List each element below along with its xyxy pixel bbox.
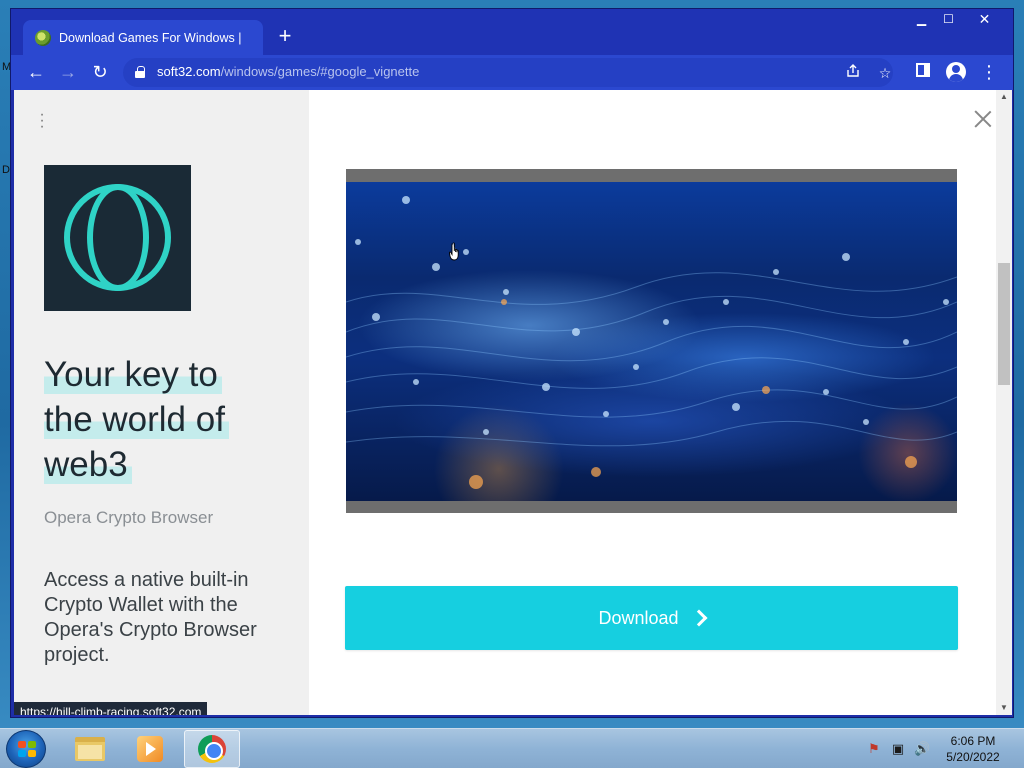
- window-controls: ▁ ☐ ✕: [908, 9, 1007, 29]
- browser-window: Download Games For Windows | + ▁ ☐ ✕ ← →…: [10, 8, 1014, 718]
- media-player-icon: [137, 736, 163, 762]
- system-clock[interactable]: 6:06 PM 5/20/2022: [936, 733, 1010, 765]
- opera-inner-ring-icon: [87, 184, 149, 291]
- network-icon[interactable]: ▣: [890, 741, 906, 757]
- site-favicon-icon: [35, 29, 51, 46]
- back-button[interactable]: ←: [24, 60, 48, 84]
- scroll-down-arrow-icon[interactable]: ▼: [996, 701, 1012, 715]
- address-bar[interactable]: soft32.com/windows/games/#google_vignett…: [123, 58, 893, 87]
- maximize-button[interactable]: ☐: [935, 9, 962, 29]
- url-path: /windows/games/#google_vignette: [220, 64, 420, 79]
- forward-button[interactable]: →: [56, 60, 80, 84]
- ad-options-icon[interactable]: · · ·: [36, 107, 48, 135]
- side-panel-icon[interactable]: [912, 61, 934, 83]
- close-ad-icon[interactable]: [974, 110, 992, 128]
- browser-toolbar: ← → ↻ soft32.com/windows/games/#google_v…: [11, 55, 1013, 90]
- start-button[interactable]: [6, 730, 46, 768]
- windows-taskbar: ⚑ ▣ 🔊 6:06 PM 5/20/2022: [0, 728, 1024, 768]
- download-label: Download: [598, 607, 679, 628]
- headline-line-3: web3: [44, 445, 132, 484]
- close-window-button[interactable]: ✕: [962, 9, 1007, 29]
- menu-kebab-icon[interactable]: ⋮: [978, 61, 1000, 83]
- scroll-up-arrow-icon[interactable]: ▲: [996, 90, 1012, 104]
- url-text: soft32.com/windows/games/#google_vignett…: [157, 64, 419, 79]
- headline-line-1: Your key to: [44, 355, 222, 394]
- opera-logo: [44, 165, 191, 311]
- volume-icon[interactable]: 🔊: [914, 741, 930, 757]
- reload-button[interactable]: ↻: [88, 60, 112, 84]
- windows-logo-icon: [18, 741, 36, 757]
- status-bar-url: https://hill-climb-racing.soft32.com: [14, 702, 208, 715]
- download-button[interactable]: Download: [345, 586, 958, 650]
- taskbar-explorer[interactable]: [62, 730, 118, 768]
- taskbar-chrome[interactable]: [184, 730, 240, 768]
- share-icon[interactable]: [843, 63, 863, 83]
- chevron-right-icon: [690, 609, 708, 627]
- clock-time: 6:06 PM: [950, 734, 996, 748]
- tab-strip: Download Games For Windows | + ▁ ☐ ✕: [11, 9, 1013, 55]
- new-tab-button[interactable]: +: [273, 25, 297, 49]
- url-domain: soft32.com: [157, 64, 221, 79]
- chrome-icon: [198, 735, 226, 763]
- page-scrollbar[interactable]: ▲ ▼: [996, 90, 1012, 715]
- ad-headline: Your key to the world of web3: [44, 352, 284, 487]
- bookmark-star-icon[interactable]: ☆: [875, 63, 895, 83]
- action-center-flag-icon[interactable]: ⚑: [866, 741, 882, 757]
- ad-body-text: Access a native built-in Crypto Wallet w…: [44, 569, 257, 666]
- browser-tab[interactable]: Download Games For Windows |: [23, 20, 263, 55]
- ad-sidebar: · · · Your key to the world of web3 Opera …: [14, 90, 309, 715]
- tab-title: Download Games For Windows |: [59, 30, 242, 45]
- minimize-button[interactable]: ▁: [908, 9, 935, 29]
- ad-video[interactable]: [346, 169, 957, 513]
- profile-avatar-icon[interactable]: [946, 62, 966, 82]
- scrollbar-thumb[interactable]: [998, 263, 1010, 385]
- blue-particle-wave-image: [346, 182, 957, 501]
- folder-icon: [75, 737, 105, 761]
- ad-subtitle: Opera Crypto Browser: [44, 508, 214, 527]
- page-content: · · · Your key to the world of web3 Opera …: [14, 90, 996, 715]
- taskbar-media-player[interactable]: [122, 730, 178, 768]
- hand-cursor-icon: [449, 242, 459, 261]
- clock-date: 5/20/2022: [946, 750, 1000, 764]
- headline-line-2: the world of: [44, 400, 229, 439]
- lock-icon[interactable]: [135, 66, 145, 78]
